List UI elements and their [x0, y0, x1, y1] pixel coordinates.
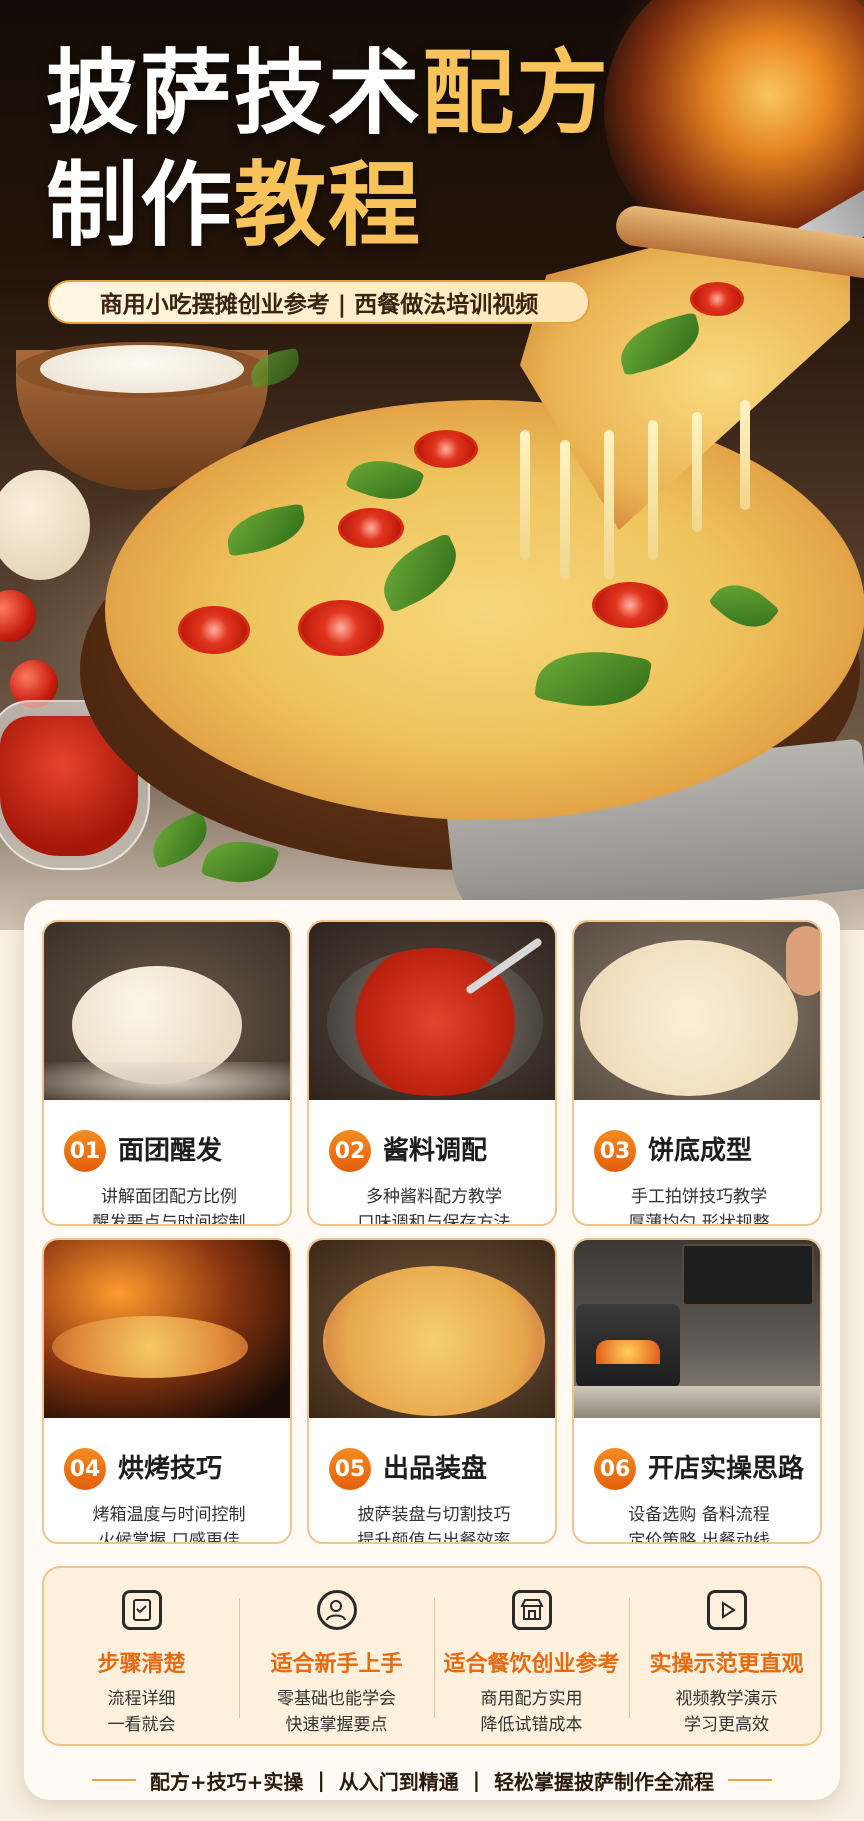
step-desc-line1: 手工拍饼技巧教学	[631, 1187, 767, 1207]
step-title: 出品装盘	[383, 1454, 488, 1484]
feature-title: 适合餐饮创业参考	[443, 1652, 620, 1677]
footer-dash-left	[91, 1779, 136, 1781]
tomato-slice	[414, 430, 478, 468]
tomato-slice	[178, 606, 250, 654]
step-card-plating: 05 出品装盘 披萨装盘与切割技巧 提升颜值与出餐效率	[307, 1238, 557, 1544]
footer-part2: 从入门到精通	[338, 1769, 459, 1794]
plating-photo	[309, 1240, 555, 1418]
hero-banner: 披萨技术配方 制作教程 商用小吃摆摊创业参考 | 西餐做法培训视频	[0, 0, 864, 930]
step-number-badge: 03	[594, 1130, 636, 1172]
step-title: 开店实操思路	[648, 1454, 805, 1484]
page-title-line1: 披萨技术配方	[46, 48, 610, 140]
cheese-strand	[520, 430, 530, 560]
feature-title: 步骤清楚	[97, 1652, 186, 1677]
step-card-base: 03 饼底成型 手工拍饼技巧教学 厚薄均匀 形状规整	[572, 920, 822, 1226]
feature-item-business: 适合餐饮创业参考 商用配方实用 降低试错成本	[434, 1568, 629, 1748]
dough-photo	[44, 922, 290, 1102]
step-desc-line1: 烤箱温度与时间控制	[92, 1505, 246, 1525]
feature-item-beginner: 适合新手上手 零基础也能学会 快速掌握要点	[239, 1568, 434, 1748]
baking-pizza-image	[52, 1316, 248, 1378]
cheese-strand	[740, 400, 750, 510]
flour-dust	[44, 1062, 290, 1102]
step-title: 饼底成型	[648, 1136, 753, 1166]
tomato-slice	[338, 508, 404, 548]
pizza-base-image	[580, 940, 798, 1096]
step-card-shop: 06 开店实操思路 设备选购 备料流程 定价策略 出餐动线	[572, 1238, 822, 1544]
feature-title: 实操示范更直观	[649, 1652, 804, 1677]
step-number-badge: 05	[329, 1448, 371, 1490]
counter-image	[574, 1386, 820, 1418]
step-desc-line2: 火候掌握 口感更佳	[98, 1531, 240, 1544]
title-text-white: 制作	[46, 152, 235, 259]
feature-strip: 步骤清楚 流程详细 一看就会 适合新手上手 零基础也能学会 快速掌握要点 适合餐…	[42, 1566, 822, 1746]
step-number-badge: 02	[329, 1130, 371, 1172]
oven-fire-image	[596, 1340, 660, 1364]
footer-tagline: 配方+技巧+实操 | 从入门到精通 | 轻松掌握披萨制作全流程	[42, 1762, 822, 1798]
footer-part3: 轻松掌握披萨制作全流程	[494, 1769, 715, 1794]
oven-photo	[44, 1240, 290, 1418]
title-text-gold: 教程	[234, 152, 423, 259]
subtitle-badge: 商用小吃摆摊创业参考 | 西餐做法培训视频	[48, 280, 590, 324]
cheese-strand	[692, 412, 702, 532]
feature-desc-line2: 快速掌握要点	[285, 1715, 388, 1735]
feature-desc-line1: 流程详细	[107, 1689, 176, 1709]
step-card-sauce: 02 酱料调配 多种酱料配方教学 口味调和与保存方法	[307, 920, 557, 1226]
shop-kitchen-photo	[574, 1240, 820, 1418]
play-video-icon	[707, 1590, 747, 1630]
step-number-badge: 04	[64, 1448, 106, 1490]
finished-pizza-image	[323, 1266, 545, 1416]
feature-title: 适合新手上手	[270, 1652, 403, 1677]
cheese-strand	[560, 440, 570, 580]
title-text-gold: 配方	[422, 40, 611, 147]
base-photo	[574, 922, 820, 1100]
sauce-pot-image	[327, 948, 543, 1096]
step-desc-line1: 讲解面团配方比例	[101, 1187, 237, 1207]
clipboard-check-icon	[122, 1590, 162, 1630]
feature-desc-line1: 零基础也能学会	[277, 1689, 396, 1709]
feature-item-demo: 实操示范更直观 视频教学演示 学习更高效	[629, 1568, 824, 1748]
title-text-white: 披萨技术	[46, 40, 423, 147]
step-desc-line2: 厚薄均匀 形状规整	[628, 1213, 770, 1226]
footer-separator: |	[472, 1768, 481, 1792]
cheese-strand	[604, 430, 614, 580]
step-desc-line1: 披萨装盘与切割技巧	[357, 1505, 511, 1525]
step-card-dough: 01 面团醒发 讲解面团配方比例 醒发要点与时间控制	[42, 920, 292, 1226]
cheese-strand	[648, 420, 658, 560]
feature-desc-line2: 降低试错成本	[480, 1715, 583, 1735]
step-desc-line1: 设备选购 备料流程	[628, 1505, 770, 1525]
sauce-photo	[309, 922, 555, 1100]
user-check-icon	[317, 1590, 357, 1630]
hand-image	[786, 926, 820, 996]
tomato-slice	[592, 582, 668, 628]
footer-dash-right	[728, 1779, 773, 1781]
step-desc-line1: 多种酱料配方教学	[366, 1187, 502, 1207]
step-desc-line2: 口味调和与保存方法	[357, 1213, 511, 1226]
step-title: 烘烤技巧	[118, 1454, 223, 1484]
flour-pile	[40, 345, 244, 393]
page-title-line2: 制作教程	[46, 160, 422, 252]
feature-desc-line2: 学习更高效	[684, 1715, 769, 1735]
step-desc-line2: 醒发要点与时间控制	[92, 1213, 246, 1226]
feature-desc-line2: 一看就会	[107, 1715, 176, 1735]
feature-desc-line1: 商用配方实用	[480, 1689, 583, 1709]
step-number-badge: 06	[594, 1448, 636, 1490]
storefront-icon	[512, 1590, 552, 1630]
feature-desc-line1: 视频教学演示	[675, 1689, 778, 1709]
step-title: 面团醒发	[118, 1136, 223, 1166]
step-desc-line2: 提升颜值与出餐效率	[357, 1531, 511, 1544]
step-title: 酱料调配	[383, 1136, 488, 1166]
tomato-slice	[298, 600, 384, 656]
step-card-baking: 04 烘烤技巧 烤箱温度与时间控制 火候掌握 口感更佳	[42, 1238, 292, 1544]
step-number-badge: 01	[64, 1130, 106, 1172]
footer-separator: |	[317, 1768, 325, 1792]
tomato-slice	[690, 282, 744, 316]
footer-part1: 配方+技巧+实操	[149, 1769, 304, 1794]
step-desc-line2: 定价策略 出餐动线	[628, 1531, 770, 1544]
menu-board-image	[682, 1244, 814, 1306]
feature-item-clear-steps: 步骤清楚 流程详细 一看就会	[44, 1568, 239, 1748]
